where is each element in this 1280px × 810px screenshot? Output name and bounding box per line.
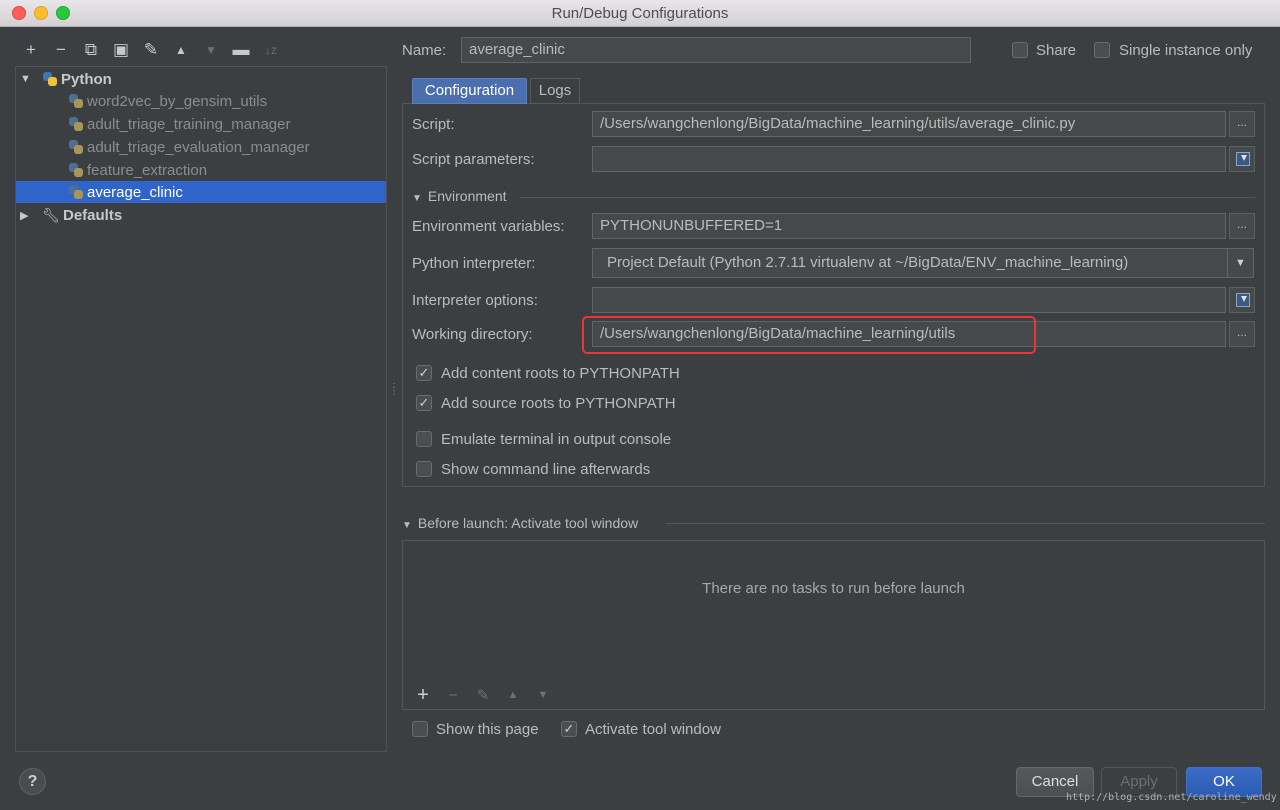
show-cmdline-label: Show command line afterwards bbox=[441, 461, 651, 478]
sort-icon[interactable]: ↓z bbox=[256, 38, 286, 62]
interpreter-select[interactable]: Project Default (Python 2.7.11 virtualen… bbox=[592, 248, 1254, 278]
environment-section-label: Environment bbox=[427, 188, 507, 204]
content-roots-checkbox[interactable]: ✓ bbox=[416, 365, 432, 381]
python-icon bbox=[68, 162, 84, 178]
move-up-button[interactable]: ▲ bbox=[166, 38, 196, 62]
annotation-highlight-box bbox=[582, 316, 1036, 354]
section-collapse-icon: ▼ bbox=[402, 520, 412, 531]
move-task-up-button[interactable]: ▲ bbox=[498, 689, 528, 701]
add-configuration-button[interactable]: + bbox=[16, 38, 46, 62]
activate-tool-window-label: Activate tool window bbox=[585, 721, 721, 738]
source-roots-checkbox[interactable]: ✓ bbox=[416, 395, 432, 411]
source-roots-label: Add source roots to PYTHONPATH bbox=[441, 395, 676, 412]
share-label: Share bbox=[1036, 42, 1077, 59]
before-launch-header[interactable]: ▼ Before launch: Activate tool window bbox=[402, 515, 638, 531]
edit-task-button[interactable]: ✎ bbox=[468, 686, 498, 704]
name-label: Name: bbox=[402, 42, 447, 59]
show-page-label: Show this page bbox=[436, 721, 539, 738]
configurations-tree: ▼ Python word2vec_by_gensim_utils adult_… bbox=[15, 66, 387, 752]
tree-node-defaults[interactable]: ▶ 🔧︎ Defaults bbox=[16, 204, 386, 226]
minimize-window-button[interactable] bbox=[34, 6, 48, 20]
section-collapse-icon: ▼ bbox=[412, 193, 422, 204]
workdir-browse-button[interactable]: ... bbox=[1229, 321, 1255, 347]
before-launch-toolbar: + − ✎ ▲ ▼ bbox=[402, 680, 1265, 710]
tab-logs[interactable]: Logs bbox=[530, 78, 580, 104]
python-icon bbox=[42, 71, 58, 87]
env-vars-label: Environment variables: bbox=[412, 218, 565, 235]
show-cmdline-checkbox[interactable] bbox=[416, 461, 432, 477]
python-icon bbox=[68, 116, 84, 132]
remove-task-button[interactable]: − bbox=[438, 687, 468, 704]
add-task-button[interactable]: + bbox=[408, 684, 438, 707]
before-launch-title: Before launch: Activate tool window bbox=[417, 515, 639, 531]
help-button[interactable]: ? bbox=[19, 768, 46, 795]
env-vars-browse-button[interactable]: ... bbox=[1229, 213, 1255, 239]
emulate-terminal-checkbox[interactable] bbox=[416, 431, 432, 447]
content-roots-label: Add content roots to PYTHONPATH bbox=[441, 365, 680, 382]
environment-section-header[interactable]: ▼ Environment bbox=[412, 188, 507, 204]
workdir-label: Working directory: bbox=[412, 326, 533, 343]
expand-editor-icon[interactable] bbox=[1229, 287, 1255, 313]
interpreter-selected-value: Project Default (Python 2.7.11 virtualen… bbox=[607, 254, 1129, 271]
folder-icon[interactable]: ▬ bbox=[226, 38, 256, 62]
run-debug-dialog: Run/Debug Configurations + − ⧉ ▣ ✎ ▲ ▼ ▬… bbox=[0, 0, 1280, 810]
python-icon bbox=[68, 93, 84, 109]
close-window-button[interactable] bbox=[12, 6, 26, 20]
tree-item-label: word2vec_by_gensim_utils bbox=[87, 92, 268, 110]
python-icon bbox=[68, 139, 84, 155]
script-input[interactable]: /Users/wangchenlong/BigData/machine_lear… bbox=[592, 111, 1226, 137]
python-icon bbox=[68, 184, 84, 200]
tree-item[interactable]: word2vec_by_gensim_utils bbox=[16, 90, 386, 112]
edit-defaults-button[interactable]: ✎ bbox=[136, 38, 166, 62]
interpreter-label: Python interpreter: bbox=[412, 255, 536, 272]
script-params-input[interactable] bbox=[592, 146, 1226, 172]
show-page-checkbox[interactable] bbox=[412, 721, 428, 737]
tree-item-label: average_clinic bbox=[87, 183, 183, 201]
tab-configuration[interactable]: Configuration bbox=[412, 78, 527, 104]
tree-item-label: adult_triage_training_manager bbox=[87, 115, 291, 133]
tree-node-label: Defaults bbox=[63, 206, 123, 224]
tree-item-label: feature_extraction bbox=[87, 161, 208, 179]
remove-configuration-button[interactable]: − bbox=[46, 38, 76, 62]
tree-item-label: adult_triage_evaluation_manager bbox=[87, 138, 310, 156]
copy-configuration-button[interactable]: ⧉ bbox=[76, 38, 106, 62]
collapse-arrow-icon[interactable]: ▶ bbox=[20, 209, 32, 222]
interp-options-input[interactable] bbox=[592, 287, 1226, 313]
name-input[interactable]: average_clinic bbox=[461, 37, 971, 63]
single-instance-label: Single instance only bbox=[1119, 42, 1253, 59]
script-label: Script: bbox=[412, 116, 455, 133]
expand-editor-icon[interactable] bbox=[1229, 146, 1255, 172]
zoom-window-button[interactable] bbox=[56, 6, 70, 20]
tree-item[interactable]: adult_triage_training_manager bbox=[16, 113, 386, 135]
tree-node-label: Python bbox=[61, 70, 112, 88]
move-down-button[interactable]: ▼ bbox=[196, 38, 226, 62]
configurations-toolbar: + − ⧉ ▣ ✎ ▲ ▼ ▬ ↓z bbox=[16, 38, 286, 62]
watermark: http://blog.csdn.net/caroline_wendy bbox=[1066, 792, 1277, 803]
tree-item[interactable]: feature_extraction bbox=[16, 159, 386, 181]
section-divider bbox=[666, 523, 1265, 524]
chevron-down-icon[interactable]: ▼ bbox=[1227, 249, 1253, 277]
script-browse-button[interactable]: ... bbox=[1229, 111, 1255, 137]
section-divider bbox=[520, 197, 1255, 198]
splitter-handle[interactable]: ⋮ ⋮ bbox=[389, 383, 399, 400]
empty-tasks-message: There are no tasks to run before launch bbox=[702, 580, 965, 597]
share-checkbox[interactable] bbox=[1012, 42, 1028, 58]
script-params-label: Script parameters: bbox=[412, 151, 535, 168]
move-task-down-button[interactable]: ▼ bbox=[528, 689, 558, 701]
activate-tool-window-checkbox[interactable]: ✓ bbox=[561, 721, 577, 737]
save-configuration-button[interactable]: ▣ bbox=[106, 38, 136, 62]
single-instance-checkbox[interactable] bbox=[1094, 42, 1110, 58]
expand-arrow-icon[interactable]: ▼ bbox=[20, 73, 32, 85]
tree-node-python[interactable]: ▼ Python bbox=[16, 68, 386, 90]
interp-options-label: Interpreter options: bbox=[412, 292, 538, 309]
title-bar: Run/Debug Configurations bbox=[0, 0, 1280, 27]
wrench-icon: 🔧︎ bbox=[42, 206, 60, 223]
tree-item[interactable]: adult_triage_evaluation_manager bbox=[16, 136, 386, 158]
emulate-terminal-label: Emulate terminal in output console bbox=[441, 431, 672, 448]
env-vars-input[interactable]: PYTHONUNBUFFERED=1 bbox=[592, 213, 1226, 239]
window-title: Run/Debug Configurations bbox=[551, 5, 729, 22]
tree-item-selected[interactable]: average_clinic bbox=[16, 181, 386, 203]
